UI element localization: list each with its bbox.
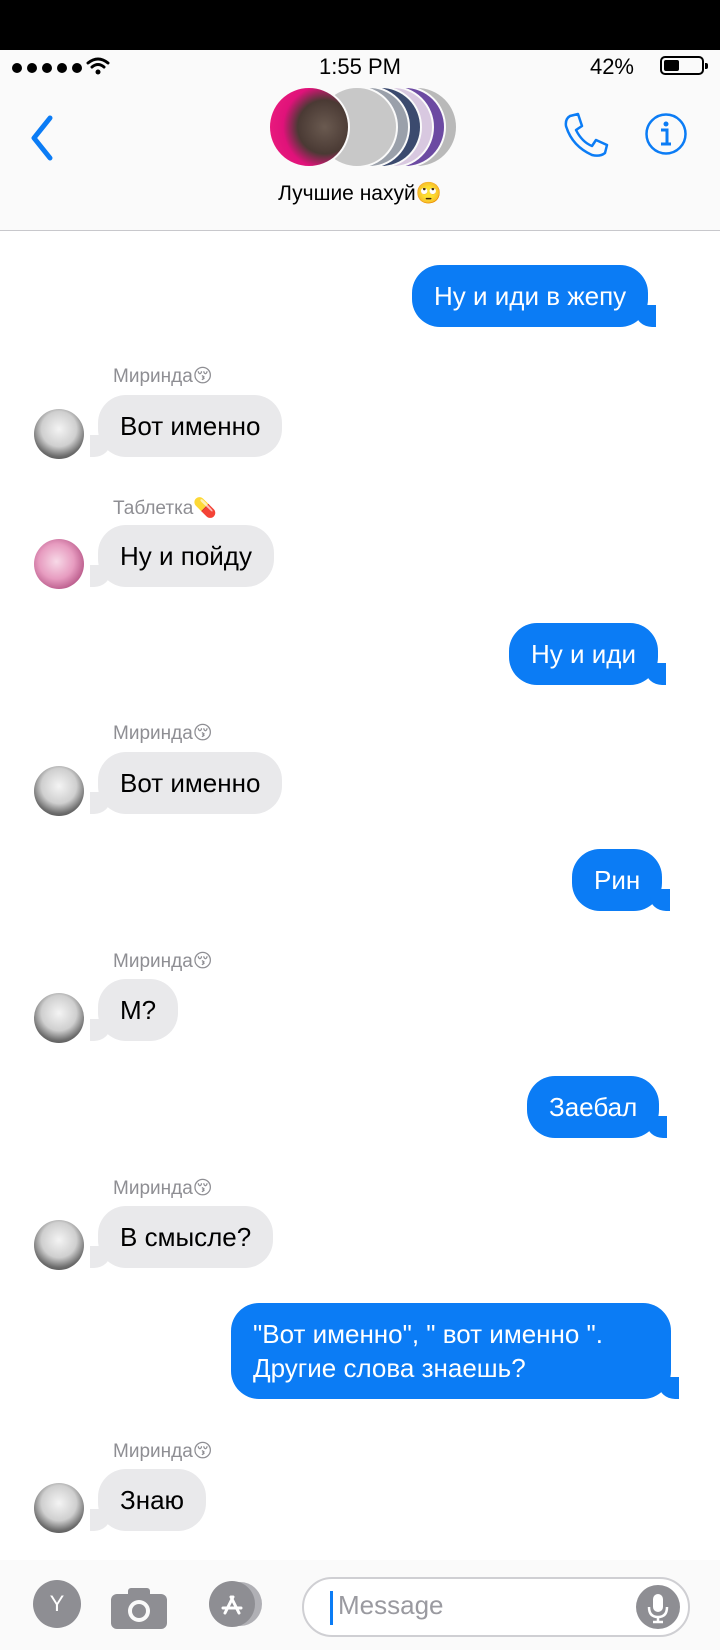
- outgoing-message[interactable]: "Вот именно", " вот именно ". Другие сло…: [231, 1303, 679, 1399]
- sender-avatar[interactable]: [34, 409, 84, 459]
- sender-name: Таблетка💊: [113, 498, 218, 519]
- battery-icon: [660, 56, 708, 75]
- back-chevron-icon[interactable]: [24, 108, 64, 168]
- outgoing-message[interactable]: Рин: [572, 849, 671, 911]
- incoming-message[interactable]: Вот именно: [89, 395, 283, 457]
- top-black-bar: [0, 0, 720, 50]
- phone-icon[interactable]: [560, 110, 610, 160]
- incoming-message[interactable]: В смысле?: [89, 1206, 274, 1268]
- microphone-icon[interactable]: [636, 1585, 680, 1629]
- status-bar: 1:55 PM 42%: [0, 50, 720, 84]
- member-avatar: [268, 86, 350, 168]
- composer-bar: Y Message: [0, 1560, 720, 1650]
- sender-name: Миринда😚: [113, 1441, 213, 1462]
- outgoing-message[interactable]: Ну и иди в жепу: [412, 265, 657, 327]
- sender-name: Миринда😚: [113, 366, 213, 387]
- sender-avatar[interactable]: [34, 1220, 84, 1270]
- sender-name: Миринда😚: [113, 951, 213, 972]
- sender-name: Миринда😚: [113, 723, 213, 744]
- camera-icon[interactable]: [110, 1586, 168, 1630]
- memoji-button[interactable]: Y: [33, 1580, 81, 1628]
- message-placeholder: Message: [338, 1590, 444, 1620]
- incoming-message[interactable]: М?: [89, 979, 179, 1041]
- incoming-message[interactable]: Вот именно: [89, 752, 283, 814]
- group-title[interactable]: Лучшие нахуй🙄: [0, 182, 720, 206]
- sender-avatar[interactable]: [34, 539, 84, 589]
- group-avatars[interactable]: [268, 86, 458, 172]
- incoming-message[interactable]: Знаю: [89, 1469, 207, 1531]
- conversation-header: Лучшие нахуй🙄: [0, 84, 720, 231]
- outgoing-message[interactable]: Заебал: [527, 1076, 668, 1138]
- sender-avatar[interactable]: [34, 1483, 84, 1533]
- battery-percent: 42%: [589, 54, 634, 79]
- incoming-message[interactable]: Ну и пойду: [90, 525, 274, 587]
- info-icon[interactable]: [644, 112, 688, 156]
- sender-avatar[interactable]: [34, 766, 84, 816]
- text-caret: [330, 1591, 333, 1625]
- sender-avatar[interactable]: [34, 993, 84, 1043]
- message-input[interactable]: Message: [302, 1577, 690, 1637]
- app-store-icon[interactable]: [206, 1580, 266, 1628]
- outgoing-message[interactable]: Ну и иди: [509, 623, 666, 685]
- sender-name: Миринда😚: [113, 1178, 213, 1199]
